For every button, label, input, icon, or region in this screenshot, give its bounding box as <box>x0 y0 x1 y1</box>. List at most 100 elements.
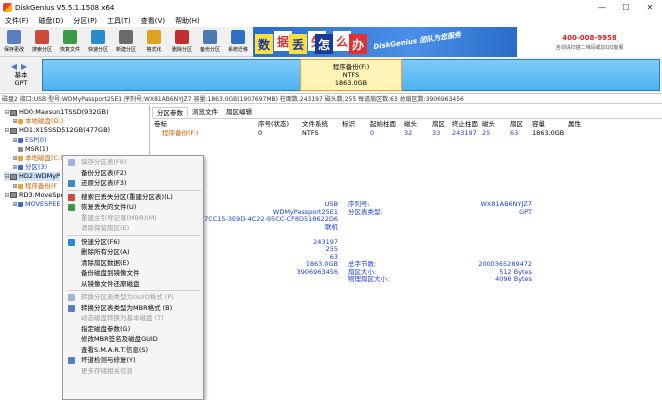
promo-banner[interactable]: DiskGenius 团队为您服务 数据丢失怎么办 <box>253 27 517 57</box>
menu-label: 搜索已丢失分区(重建分区表)(L) <box>81 192 173 201</box>
tree-item[interactable]: ⊟ HD2:WDMyP <box>4 172 61 182</box>
tab-browse-files[interactable]: 浏览文件 <box>188 107 222 117</box>
table-header[interactable]: 序号(状态) <box>258 120 289 129</box>
tree-item[interactable]: ⊟ HD1:X15SSD512GB(477GB) <box>4 126 110 135</box>
menu-label: 转换分区表类型为MBR格式 (B) <box>81 303 173 312</box>
toolbar-icon <box>63 30 77 44</box>
tree-item[interactable]: MSR(1) <box>12 145 48 154</box>
toolbar-button-6[interactable]: 删除分区 <box>168 27 196 57</box>
disk-style-label: 基本 <box>14 70 28 79</box>
menu-item[interactable]: 搜索已丢失分区(重建分区表)(L) <box>63 192 203 203</box>
contact-panel: 400-008-9958 咨询请扫描二维码或加QQ客服 <box>517 27 662 57</box>
table-cell: 63 <box>510 129 519 137</box>
tab-sector-editor[interactable]: 扇区编辑 <box>222 107 256 117</box>
tree-item[interactable]: ⊞ MOVESPEE <box>12 200 60 209</box>
partition-icon <box>18 183 23 189</box>
table-header[interactable]: 标识 <box>342 120 355 129</box>
menu-item[interactable]: 恢复丢失的文件(U) <box>63 202 203 213</box>
toolbar-button-4[interactable]: 新建分区 <box>112 27 140 57</box>
tree-item[interactable]: ⊟ RD3:MoveSpe <box>4 191 64 200</box>
menu-item[interactable]: 备份磁盘到镜像文件 <box>63 268 203 279</box>
table-header[interactable]: 文件系统 <box>302 120 328 129</box>
menu-disk[interactable]: 磁盘(D) <box>34 16 69 26</box>
menu-item: 更多存储相关信息 <box>63 366 203 377</box>
tree-item[interactable]: ⊞ 分区(3) <box>12 163 47 172</box>
menu-item[interactable]: 坏道检测与修复(Y) <box>63 355 203 366</box>
tree-label: 本地磁盘(C:) <box>25 154 63 162</box>
toolbar-icon <box>231 30 245 44</box>
menu-icon <box>68 159 75 166</box>
tree-item[interactable]: ⊟ HD0:Maxsun1TSSD(932GB) <box>4 108 108 117</box>
menu-item[interactable]: 还原分区表(F3) <box>63 178 203 189</box>
menu-item[interactable]: 指定磁盘参数(G) <box>63 324 203 335</box>
partition-icon <box>18 119 23 125</box>
table-cell: 0 <box>370 129 375 137</box>
menu-item: 清除保留扇区(E) <box>63 223 203 234</box>
tree-item[interactable]: ⊞ 本地磁盘(D:) <box>12 117 63 126</box>
tab-partition-params[interactable]: 分区参数 <box>152 107 188 117</box>
menu-item[interactable]: 从镜像文件还原磁盘 <box>63 279 203 290</box>
toolbar-label: 备份分区 <box>199 47 220 53</box>
toolbar-button-3[interactable]: 快速分区 <box>84 27 112 57</box>
toolbar-button-2[interactable]: 恢复文件 <box>56 27 84 57</box>
toolbar-button-0[interactable]: 保存更改 <box>0 27 28 57</box>
menu-label: 转换分区表类型为GUID格式 (P) <box>81 293 174 301</box>
menu-tools[interactable]: 工具(T) <box>102 16 136 26</box>
maximize-button[interactable]: ☐ <box>614 0 638 15</box>
minimize-button[interactable]: — <box>590 0 614 15</box>
table-header[interactable]: 扇区 <box>432 120 445 129</box>
toolbar-button-1[interactable]: 搜索分区 <box>28 27 56 57</box>
table-cell: 程序备份(F:) <box>162 129 199 137</box>
toolbar-icon <box>175 30 189 44</box>
toolbar-label: 删除分区 <box>171 47 192 53</box>
menu-label: 备份分区表(F2) <box>81 168 127 177</box>
menu-label: 删除所有分区(A) <box>81 248 130 256</box>
menu-file[interactable]: 文件(F) <box>0 16 34 26</box>
partition-block-selected[interactable]: 程序备份(F:) NTFS 1863.0GB <box>300 59 402 91</box>
tree-label: MOVESPEE <box>25 200 61 208</box>
table-header[interactable]: 起始柱面 <box>370 120 396 129</box>
menu-separator <box>67 189 201 191</box>
table-row[interactable]: 程序备份(F:) 0 NTFS 0 32 33 243197 25 63 1863.0GB <box>152 129 662 138</box>
menu-item: 重建主引导记录(MBR)(M) <box>63 213 203 224</box>
menu-item: 动态磁盘转换为基本磁盘 (T) <box>63 313 203 324</box>
table-header[interactable]: 磁头 <box>404 120 417 129</box>
menu-partition[interactable]: 分区(P) <box>68 16 102 26</box>
table-header[interactable]: 容量 <box>532 120 545 129</box>
tree-item[interactable]: ⊞ 本地磁盘(C:) <box>12 154 63 163</box>
table-header[interactable]: 卷标 <box>154 120 167 129</box>
toolbar-icon <box>119 30 133 44</box>
menu-label: 修改MBR签名及磁盘GUID <box>81 335 158 343</box>
table-cell: 32 <box>404 129 413 137</box>
title-bar: DiskGenius V5.5.1.1508 x64 — ☐ ✕ <box>0 0 662 15</box>
menu-item[interactable]: 删除所有分区(A) <box>63 247 203 258</box>
table-header[interactable]: 属性 <box>568 120 581 129</box>
table-cell: 243197 <box>452 129 477 137</box>
menu-item[interactable]: 清除扇区数据(E) <box>63 258 203 269</box>
menu-view[interactable]: 查看(V) <box>136 16 170 26</box>
menu-icon <box>68 193 75 201</box>
menu-label: 备份磁盘到镜像文件 <box>81 269 140 277</box>
close-button[interactable]: ✕ <box>638 0 662 15</box>
menu-label: 恢复丢失的文件(U) <box>81 203 137 211</box>
nav-arrows-icon[interactable]: ◀▶ <box>11 62 31 71</box>
toolbar-button-5[interactable]: 格式化 <box>140 27 168 57</box>
table-header[interactable]: 扇区 <box>510 120 523 129</box>
toolbar-label: 搜索分区 <box>31 47 52 53</box>
toolbar-label: 格式化 <box>146 47 162 53</box>
toolbar-button-8[interactable]: 系统迁移 <box>224 27 252 57</box>
tree-item[interactable]: ⊞ ESP(0) <box>12 136 46 145</box>
menu-item[interactable]: 转换分区表类型为MBR格式 (B) <box>63 303 203 314</box>
menu-item[interactable]: 快速分区(F6) <box>63 237 203 248</box>
disk-icon <box>10 192 17 199</box>
tree-item[interactable]: ⊞ 程序备份(F <box>12 182 57 191</box>
table-header[interactable]: 磁头 <box>482 120 495 129</box>
toolbar-button-7[interactable]: 备份分区 <box>196 27 224 57</box>
menu-item[interactable]: 备份分区表(F2) <box>63 168 203 179</box>
menu-item[interactable]: 查看S.M.A.R.T.信息(S) <box>63 345 203 356</box>
menu-item[interactable]: 修改MBR签名及磁盘GUID <box>63 334 203 345</box>
menu-help[interactable]: 帮助(H) <box>170 16 205 26</box>
table-cell: 0 <box>258 129 263 137</box>
table-header[interactable]: 终止柱面 <box>452 120 478 129</box>
disk-details: USB WDMyPassport25E1 50B7CC15-3E9D-4C22-95… <box>152 200 662 400</box>
